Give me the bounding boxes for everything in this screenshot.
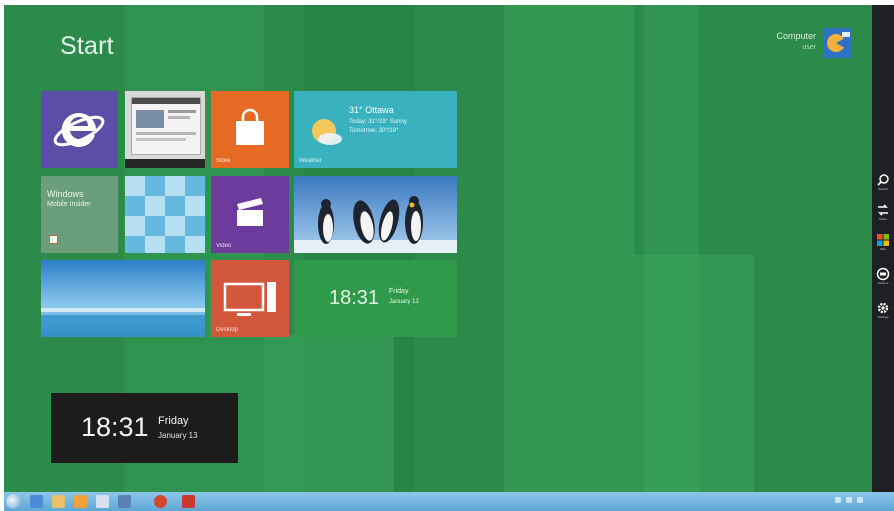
tile-photo-sky[interactable] — [41, 260, 205, 337]
user-name: Computer — [776, 31, 816, 41]
taskbar-media-icon[interactable] — [74, 495, 87, 508]
lock-screen-clock: 18:31 Friday January 13 — [51, 393, 238, 463]
tile-messaging[interactable]: Windows Mobile Insider — [41, 176, 118, 253]
charms-bar: Search Share Start Devices Settings — [872, 5, 894, 492]
charm-devices[interactable]: Devices — [874, 267, 892, 285]
messaging-badge-icon — [49, 235, 58, 244]
charm-label: Devices — [877, 281, 889, 285]
tray-clock[interactable] — [868, 496, 886, 504]
tile-pictures[interactable] — [125, 176, 205, 253]
background-band — [504, 5, 634, 492]
messaging-title: Windows — [47, 189, 84, 199]
system-tray — [835, 496, 886, 504]
clock-day: Friday — [389, 288, 409, 295]
sky-photo — [41, 260, 205, 337]
tile-internet-explorer[interactable] — [41, 91, 118, 168]
internet-explorer-icon — [53, 112, 105, 147]
taskbar-firefox-icon[interactable] — [154, 495, 167, 508]
user-account[interactable]: Computer user — [776, 28, 852, 58]
screenshot-window — [131, 97, 201, 155]
share-icon — [878, 204, 888, 216]
lock-clock-date: January 13 — [158, 431, 198, 440]
weather-line-2: Tomorrow: 30°/18° — [349, 128, 399, 134]
store-bag-icon — [236, 108, 264, 145]
avatar[interactable] — [824, 28, 852, 58]
tile-desktop-screenshot[interactable] — [125, 91, 205, 168]
charm-search[interactable]: Search — [874, 173, 892, 191]
charm-label: Settings — [877, 315, 889, 319]
start-orb-icon[interactable] — [6, 494, 21, 509]
tile-label: Desktop — [216, 327, 239, 333]
clock-time: 18:31 — [329, 287, 380, 309]
tray-network-icon[interactable] — [846, 497, 852, 503]
devices-icon — [876, 267, 890, 281]
background-band — [264, 335, 394, 492]
weather-line-1: Today: 31°/19° Sunny — [349, 119, 407, 125]
tile-label: Video — [216, 243, 232, 249]
tile-clock[interactable]: 18:31 Friday January 13 — [294, 260, 457, 337]
taskbar-app-icon[interactable] — [96, 495, 109, 508]
tray-arrow-icon[interactable] — [835, 497, 841, 503]
weather-temp: 31° Ottawa — [349, 105, 394, 115]
weather-sun-icon — [312, 119, 342, 145]
windows-icon — [877, 234, 889, 246]
user-text: Computer user — [776, 30, 816, 54]
clock-date: January 13 — [389, 299, 419, 305]
taskbar-app-icon[interactable] — [182, 495, 195, 508]
avatar-image — [824, 28, 852, 58]
desktop-monitor-icon — [223, 282, 276, 316]
charm-label: Share — [878, 217, 887, 221]
tray-volume-icon[interactable] — [857, 497, 863, 503]
charm-label: Start — [879, 247, 887, 251]
taskbar — [4, 492, 894, 511]
charm-start[interactable]: Start — [874, 233, 892, 251]
lock-clock-day: Friday — [158, 415, 189, 427]
charm-label: Search — [878, 187, 888, 191]
tile-video[interactable]: Video — [211, 176, 289, 253]
messaging-sub: Mobile Insider — [47, 201, 91, 208]
tile-weather[interactable]: 31° Ottawa Today: 31°/19° Sunny Tomorrow… — [294, 91, 457, 168]
tile-label: Weather — [299, 158, 322, 164]
tile-photo-penguins[interactable] — [294, 176, 457, 253]
tile-desktop[interactable]: Desktop — [211, 260, 289, 337]
tile-store[interactable]: Store — [211, 91, 289, 168]
taskbar-folder-icon[interactable] — [52, 495, 65, 508]
search-icon — [877, 174, 889, 186]
taskbar-app-icon[interactable] — [118, 495, 131, 508]
charm-share[interactable]: Share — [874, 203, 892, 221]
clapperboard-icon — [237, 198, 263, 226]
page-title: Start — [60, 32, 114, 60]
start-screen: Start Computer user Store 31° Ottawa Tod… — [4, 5, 872, 492]
gear-icon — [877, 302, 889, 314]
checker-pattern — [125, 176, 205, 253]
user-sub: user — [802, 44, 816, 51]
background-band — [634, 255, 754, 492]
penguins-photo — [294, 176, 457, 253]
lock-clock-time: 18:31 — [81, 412, 149, 442]
tile-label: Store — [216, 158, 231, 164]
charm-settings[interactable]: Settings — [874, 301, 892, 319]
taskbar-ie-icon[interactable] — [30, 495, 43, 508]
